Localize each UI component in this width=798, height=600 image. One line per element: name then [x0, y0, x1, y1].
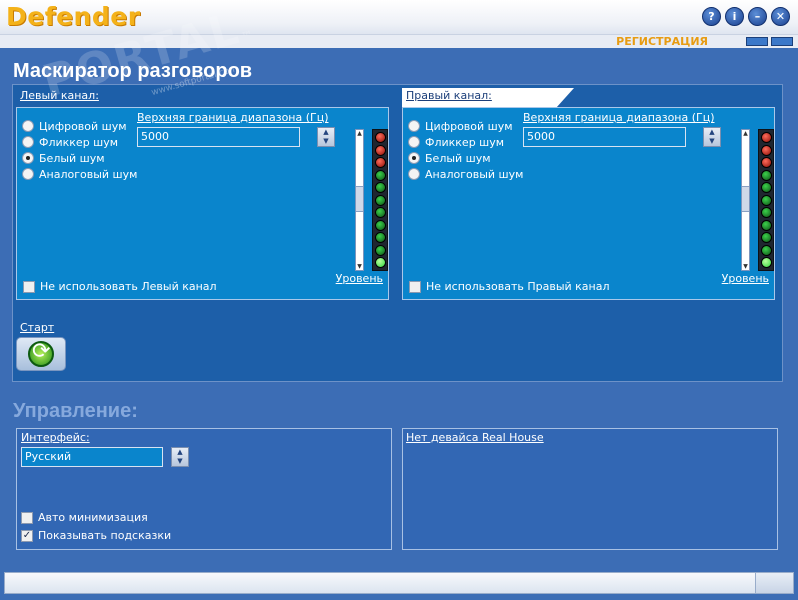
interface-label: Интерфейс:: [21, 431, 90, 444]
radio-button[interactable]: [408, 136, 420, 148]
left-noise-options: Цифровой шум Фликкер шум Белый шум Анало…: [22, 118, 137, 182]
left-channel-panel: Цифровой шум Фликкер шум Белый шум Анало…: [16, 107, 389, 300]
left-level-meter: [372, 129, 388, 271]
right-freq-spinner[interactable]: ▲ ▼: [703, 127, 721, 147]
led-indicator: [760, 132, 772, 143]
help-button[interactable]: ?: [702, 7, 721, 26]
led-indicator: [374, 232, 386, 243]
spin-down-icon[interactable]: ▼: [323, 138, 328, 145]
right-disable-checkbox-row[interactable]: Не использовать Правый канал: [409, 280, 610, 293]
led-indicator: [374, 169, 386, 181]
led-indicator-lit: [374, 257, 386, 268]
left-disable-checkbox[interactable]: [23, 280, 35, 293]
led-indicator: [760, 219, 772, 231]
interface-select[interactable]: Русский: [21, 447, 163, 467]
left-freq-input[interactable]: 5000: [137, 127, 300, 147]
show-hints-row[interactable]: ✓ Показывать подсказки: [21, 529, 171, 542]
right-freq-label: Верхняя граница диапазона (Гц): [523, 111, 715, 124]
auto-minimize-checkbox[interactable]: [21, 511, 33, 524]
led-indicator: [374, 132, 386, 143]
right-noise-option[interactable]: Аналоговый шум: [408, 166, 523, 182]
radio-button-selected[interactable]: [22, 152, 34, 164]
scroll-thumb[interactable]: [356, 186, 363, 212]
refresh-icon: [28, 339, 54, 367]
radio-button[interactable]: [22, 168, 34, 180]
start-button[interactable]: [16, 337, 66, 371]
view-toggle-button-2[interactable]: [771, 37, 793, 46]
scroll-down-icon[interactable]: ▼: [356, 263, 363, 270]
led-indicator: [374, 207, 386, 218]
led-indicator: [374, 182, 386, 193]
radio-button[interactable]: [408, 168, 420, 180]
right-noise-option[interactable]: Фликкер шум: [408, 134, 523, 150]
led-indicator: [760, 194, 772, 206]
right-noise-option[interactable]: Цифровой шум: [408, 118, 523, 134]
scroll-up-icon[interactable]: ▲: [356, 130, 363, 137]
info-button[interactable]: i: [725, 7, 744, 26]
close-button[interactable]: ✕: [771, 7, 790, 26]
right-freq-input[interactable]: 5000: [523, 127, 686, 147]
led-indicator: [374, 157, 386, 168]
left-freq-label: Верхняя граница диапазона (Гц): [137, 111, 329, 124]
app-title: Defender: [6, 2, 141, 31]
left-level-link[interactable]: Уровень: [336, 272, 383, 285]
led-indicator: [760, 232, 772, 243]
scroll-down-icon[interactable]: ▼: [742, 263, 749, 270]
led-indicator: [374, 219, 386, 231]
register-link[interactable]: РЕГИСТРАЦИЯ: [616, 35, 708, 48]
spin-up-icon[interactable]: ▲: [323, 129, 328, 136]
led-indicator: [760, 244, 772, 256]
led-indicator: [760, 207, 772, 218]
show-hints-checkbox[interactable]: ✓: [21, 529, 33, 542]
spin-up-icon[interactable]: ▲: [709, 129, 714, 136]
led-indicator: [374, 144, 386, 156]
resize-grip[interactable]: [755, 573, 793, 593]
left-noise-option[interactable]: Аналоговый шум: [22, 166, 137, 182]
right-level-link[interactable]: Уровень: [722, 272, 769, 285]
led-indicator: [374, 244, 386, 256]
device-status-link[interactable]: Нет девайса Real House: [406, 431, 544, 444]
scroll-up-icon[interactable]: ▲: [742, 130, 749, 137]
right-noise-option[interactable]: Белый шум: [408, 150, 523, 166]
view-toggle-button-1[interactable]: [746, 37, 768, 46]
radio-button[interactable]: [22, 120, 34, 132]
status-bar: [4, 572, 794, 594]
led-indicator: [760, 157, 772, 168]
led-indicator: [760, 144, 772, 156]
interface-spinner[interactable]: ▲ ▼: [171, 447, 189, 467]
left-noise-option[interactable]: Фликкер шум: [22, 134, 137, 150]
left-noise-option[interactable]: Белый шум: [22, 150, 137, 166]
auto-minimize-row[interactable]: Авто минимизация: [21, 511, 148, 524]
right-disable-checkbox[interactable]: [409, 280, 421, 293]
tab-right-channel[interactable]: Правый канал:: [402, 88, 574, 108]
start-link[interactable]: Старт: [20, 321, 54, 334]
radio-button-selected[interactable]: [408, 152, 420, 164]
control-title: Управление:: [13, 400, 138, 422]
left-noise-option[interactable]: Цифровой шум: [22, 118, 137, 134]
radio-button[interactable]: [408, 120, 420, 132]
right-level-meter: [758, 129, 774, 271]
led-indicator: [760, 182, 772, 193]
radio-button[interactable]: [22, 136, 34, 148]
left-level-scrollbar[interactable]: ▲ ▼: [355, 129, 364, 271]
led-indicator: [760, 169, 772, 181]
device-panel: Нет девайса Real House: [402, 428, 778, 550]
spin-up-icon[interactable]: ▲: [177, 449, 182, 456]
spin-down-icon[interactable]: ▼: [177, 458, 182, 465]
right-level-scrollbar[interactable]: ▲ ▼: [741, 129, 750, 271]
right-noise-options: Цифровой шум Фликкер шум Белый шум Анало…: [408, 118, 523, 182]
spin-down-icon[interactable]: ▼: [709, 138, 714, 145]
right-channel-panel: Цифровой шум Фликкер шум Белый шум Анало…: [402, 107, 775, 300]
left-disable-checkbox-row[interactable]: Не использовать Левый канал: [23, 280, 217, 293]
interface-panel: Интерфейс: Русский ▲ ▼ Авто минимизация ✓…: [16, 428, 392, 550]
scroll-thumb[interactable]: [742, 186, 749, 212]
led-indicator-lit: [760, 257, 772, 268]
left-freq-spinner[interactable]: ▲ ▼: [317, 127, 335, 147]
led-indicator: [374, 194, 386, 206]
minimize-button[interactable]: –: [748, 7, 767, 26]
